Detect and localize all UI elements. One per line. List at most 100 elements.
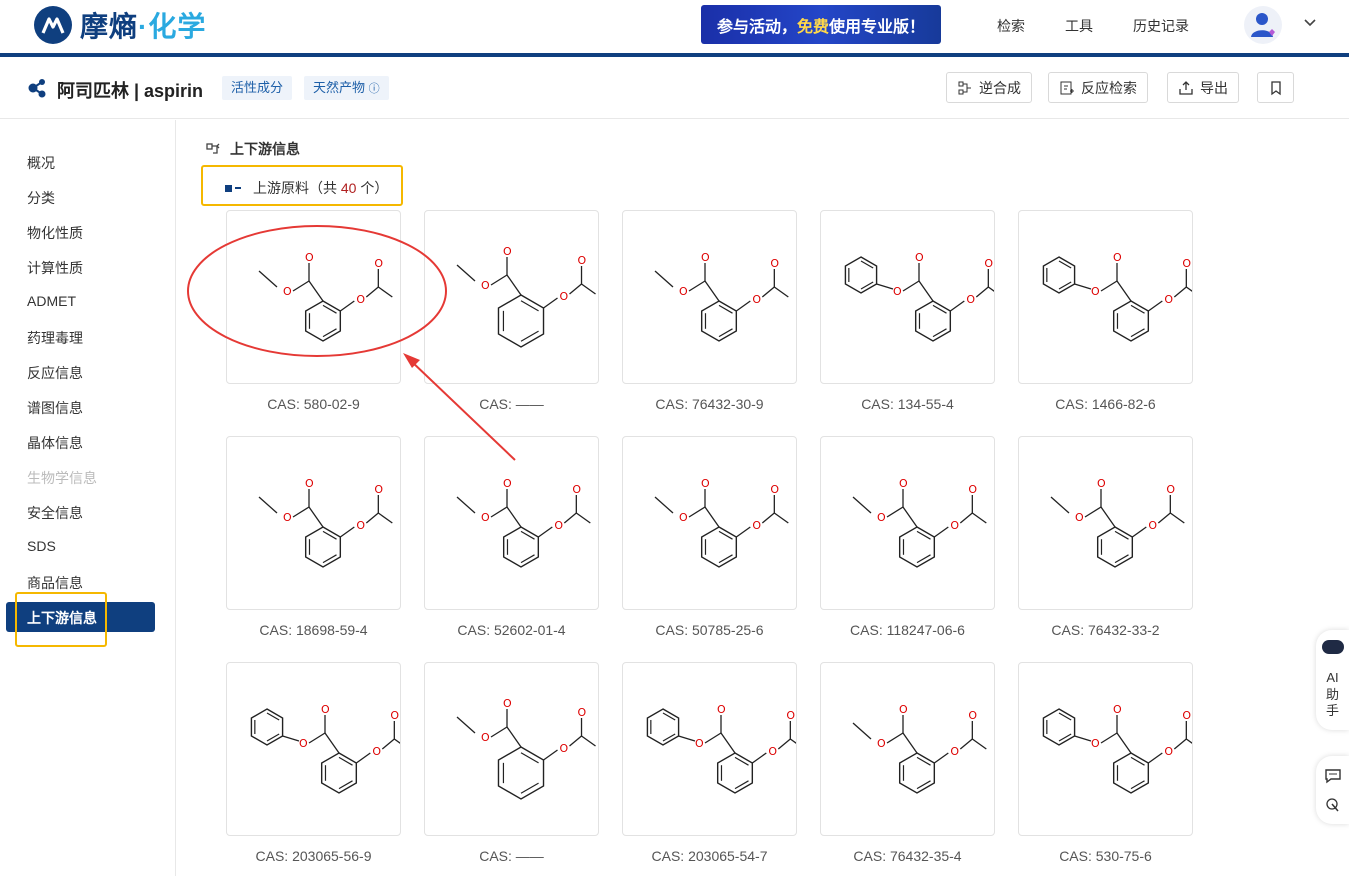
- cas-number: CAS: 50785-25-6: [655, 622, 764, 638]
- svg-text:O: O: [390, 709, 399, 722]
- chevron-down-icon[interactable]: [1302, 14, 1318, 30]
- svg-text:O: O: [374, 483, 383, 496]
- cas-number: CAS: 52602-01-4: [457, 622, 566, 638]
- sidebar-item-computed[interactable]: 计算性质: [27, 258, 83, 278]
- svg-text:O: O: [701, 477, 710, 490]
- svg-text:O: O: [984, 257, 993, 270]
- export-icon: [1179, 80, 1193, 95]
- robot-icon: [1322, 640, 1344, 654]
- svg-text:O: O: [1182, 257, 1191, 270]
- sidebar-item-sds[interactable]: SDS: [27, 538, 56, 554]
- sidebar-item-admet[interactable]: ADMET: [27, 293, 76, 309]
- export-button[interactable]: 导出: [1167, 72, 1239, 103]
- user-icon: [1251, 13, 1275, 37]
- sidebar-item-safety[interactable]: 安全信息: [27, 503, 83, 523]
- bookmark-button[interactable]: [1257, 72, 1294, 103]
- compound-card[interactable]: O O O O: [1018, 662, 1193, 836]
- svg-text:O: O: [1113, 703, 1122, 716]
- nav-search[interactable]: 检索: [997, 16, 1025, 36]
- cas-number: CAS: 530-75-6: [1059, 848, 1152, 864]
- cas-number: CAS: 118247-06-6: [850, 622, 965, 638]
- sidebar-item-classification[interactable]: 分类: [27, 188, 55, 208]
- help-icon[interactable]: ⓘ: [369, 83, 380, 95]
- structure-image: O O O O: [654, 477, 789, 568]
- compound-card[interactable]: O O O O: [226, 436, 401, 610]
- brand-logo[interactable]: 摩熵·化学: [34, 5, 206, 45]
- sidebar-item-products[interactable]: 商品信息: [27, 573, 83, 593]
- svg-text:O: O: [560, 742, 569, 755]
- svg-text:O: O: [770, 257, 779, 270]
- svg-text:O: O: [572, 483, 581, 496]
- compound-card[interactable]: O O O O: [820, 210, 995, 384]
- svg-text:O: O: [950, 519, 959, 532]
- svg-text:O: O: [299, 737, 308, 750]
- svg-text:O: O: [1164, 293, 1173, 306]
- structure-image: O O O O: [852, 477, 987, 568]
- ai-assistant-button[interactable]: AI 助 手: [1316, 630, 1349, 730]
- molecule-icon: [28, 79, 46, 98]
- svg-text:O: O: [899, 703, 908, 716]
- nav-tools[interactable]: 工具: [1065, 16, 1093, 36]
- sidebar-item-crystal[interactable]: 晶体信息: [27, 433, 83, 453]
- sidebar-item-spectra[interactable]: 谱图信息: [27, 398, 83, 418]
- compound-card[interactable]: O O O O: [424, 436, 599, 610]
- structure-image: O O O O: [1050, 477, 1185, 568]
- user-avatar[interactable]: [1244, 6, 1282, 44]
- floating-toolbar: [1316, 756, 1349, 824]
- svg-text:O: O: [1166, 483, 1175, 496]
- upstream-toggle[interactable]: 上游原料（共 40 个）: [225, 178, 388, 198]
- compound-card[interactable]: O O O O: [622, 210, 797, 384]
- structure-image: O O O O: [456, 245, 596, 348]
- svg-text:O: O: [305, 477, 314, 490]
- compound-header: 阿司匹林 | aspirin 活性成分 天然产物 ⓘ 逆合成 反应检索 导出: [0, 57, 1349, 119]
- sidebar-item-pharmacology[interactable]: 药理毒理: [27, 328, 83, 348]
- cas-number: CAS: 76432-30-9: [655, 396, 764, 412]
- svg-text:O: O: [1148, 519, 1157, 532]
- svg-text:O: O: [374, 257, 383, 270]
- cas-number: CAS: 203065-54-7: [651, 848, 768, 864]
- tag-natural-product[interactable]: 天然产物 ⓘ: [304, 76, 389, 100]
- svg-text:O: O: [915, 251, 924, 264]
- reaction-search-button[interactable]: 反应检索: [1048, 72, 1148, 103]
- touch-icon[interactable]: [1324, 796, 1342, 814]
- svg-text:O: O: [503, 477, 512, 490]
- svg-text:O: O: [1075, 511, 1084, 524]
- tag-active-ingredient[interactable]: 活性成分: [222, 76, 293, 100]
- svg-text:O: O: [717, 703, 726, 716]
- compound-card[interactable]: O O O O: [1018, 210, 1193, 384]
- structure-image: O O O O: [646, 703, 796, 794]
- compound-card[interactable]: O O O O: [424, 210, 599, 384]
- svg-text:O: O: [786, 709, 795, 722]
- svg-text:O: O: [968, 483, 977, 496]
- upstream-count: 40: [340, 180, 357, 196]
- sidebar: 概况 分类 物化性质 计算性质 ADMET 药理毒理 反应信息 谱图信息 晶体信…: [0, 120, 176, 876]
- compound-card[interactable]: O O O O: [622, 662, 797, 836]
- svg-text:O: O: [1091, 737, 1100, 750]
- sidebar-item-reactions[interactable]: 反应信息: [27, 363, 83, 383]
- compound-card[interactable]: O O O O: [622, 436, 797, 610]
- promo-banner[interactable]: 参与活动， 免费 使用专业版！: [701, 5, 941, 44]
- feedback-icon[interactable]: [1324, 768, 1342, 784]
- svg-text:O: O: [1164, 745, 1173, 758]
- compound-card[interactable]: O O O O: [820, 436, 995, 610]
- cas-number: CAS: 203065-56-9: [255, 848, 372, 864]
- compound-card[interactable]: O O O O: [424, 662, 599, 836]
- retrosynthesis-button[interactable]: 逆合成: [946, 72, 1032, 103]
- compound-card[interactable]: O O O O: [226, 662, 401, 836]
- section-title: 上下游信息: [230, 141, 300, 157]
- structure-image: O O O O: [456, 697, 596, 800]
- svg-text:O: O: [950, 745, 959, 758]
- compound-card[interactable]: O O O O: [820, 662, 995, 836]
- svg-text:O: O: [768, 745, 777, 758]
- svg-text:O: O: [554, 519, 563, 532]
- sidebar-item-overview[interactable]: 概况: [27, 153, 55, 173]
- nav-history[interactable]: 历史记录: [1133, 16, 1189, 36]
- structure-image: O O O O: [1042, 251, 1192, 342]
- cas-number: CAS: ——: [479, 848, 544, 864]
- svg-text:O: O: [481, 731, 490, 744]
- structure-image: O O O O: [250, 703, 400, 794]
- sidebar-item-physchem[interactable]: 物化性质: [27, 223, 83, 243]
- compound-card[interactable]: O O O O: [226, 210, 401, 384]
- sidebar-item-biology: 生物学信息: [27, 470, 97, 486]
- compound-card[interactable]: O O O O: [1018, 436, 1193, 610]
